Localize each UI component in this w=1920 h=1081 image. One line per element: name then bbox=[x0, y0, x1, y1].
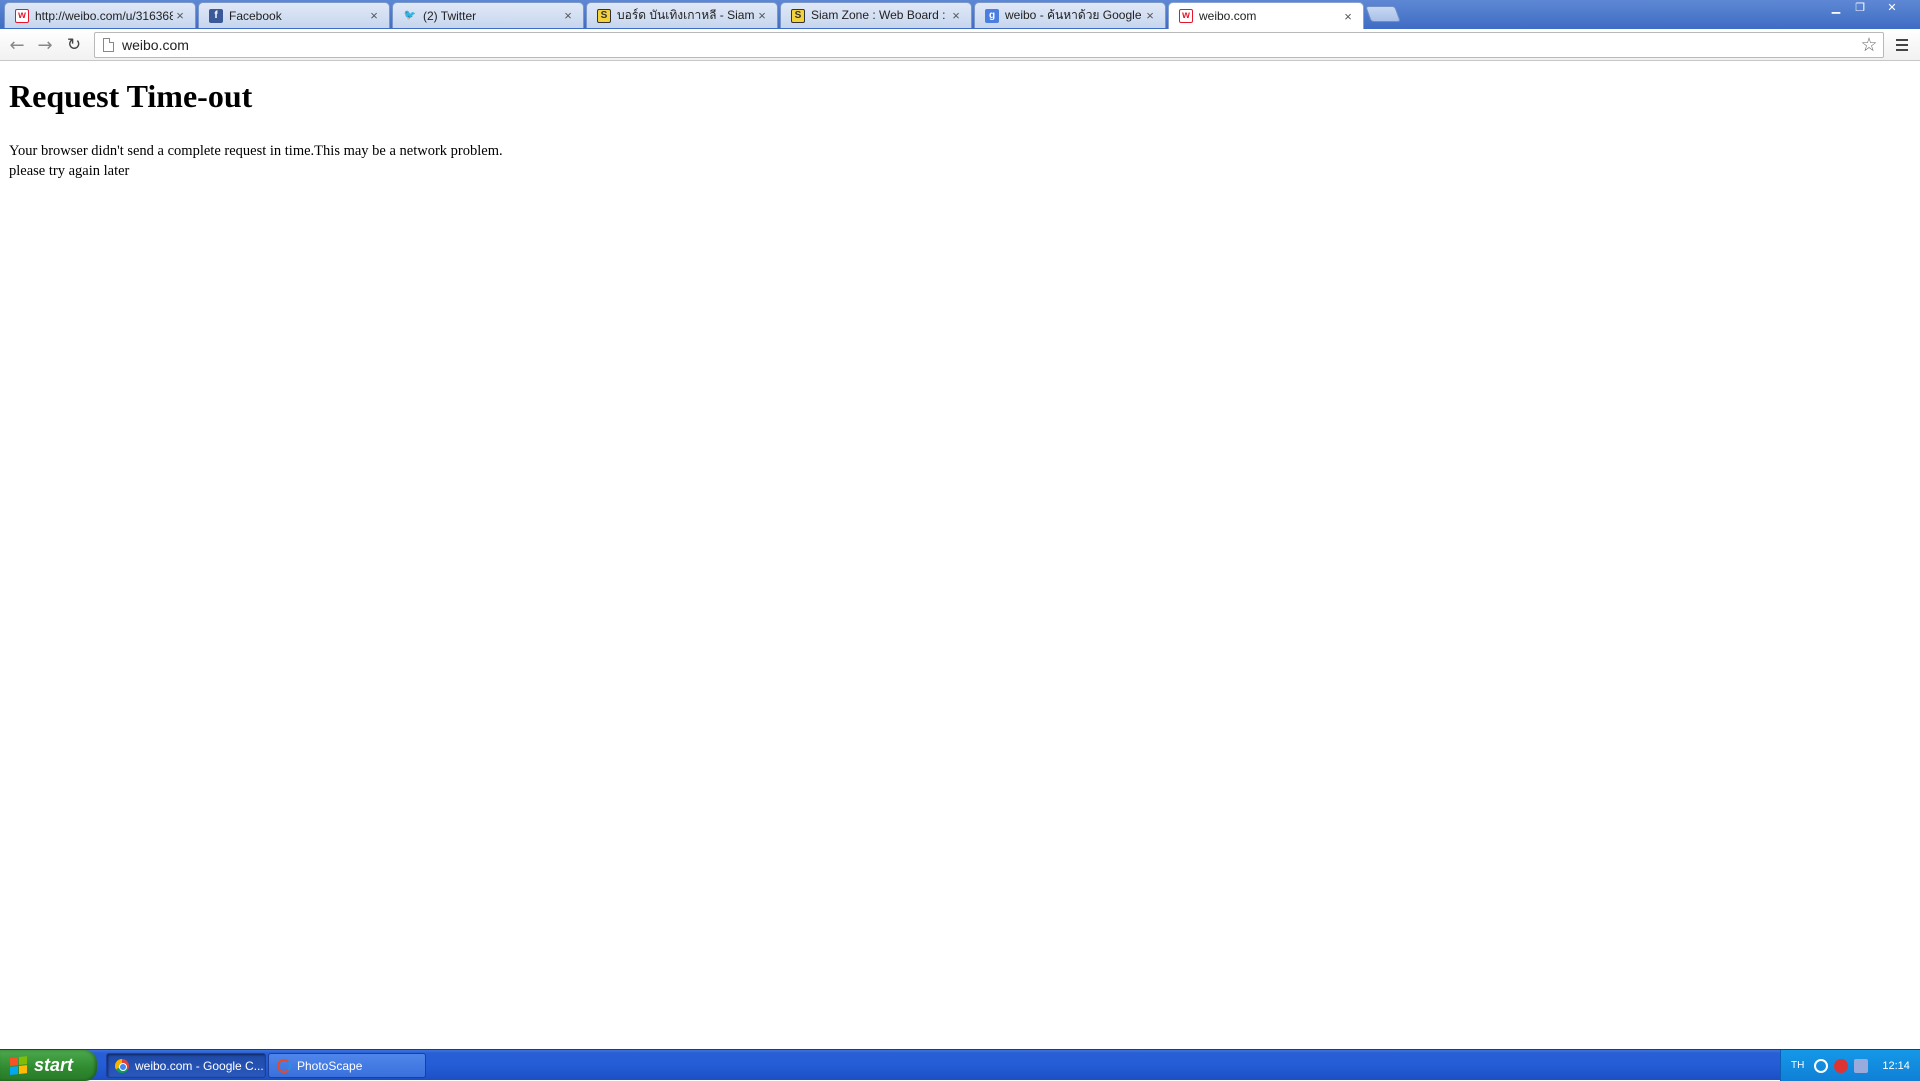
close-icon[interactable]: × bbox=[367, 8, 381, 23]
tab-weibo-active[interactable]: w weibo.com × bbox=[1168, 2, 1364, 29]
tab-label: http://weibo.com/u/3163683 bbox=[35, 8, 173, 23]
taskbar-item-photoscape[interactable]: PhotoScape bbox=[268, 1053, 426, 1078]
close-icon[interactable]: × bbox=[1143, 8, 1157, 23]
arrow-right-icon: → bbox=[37, 34, 53, 56]
start-button[interactable]: start bbox=[0, 1050, 97, 1081]
siamzone-icon: S bbox=[791, 8, 805, 23]
forward-button[interactable]: → bbox=[33, 33, 57, 57]
chrome-menu-button[interactable] bbox=[1890, 33, 1914, 57]
tab-siamzone-korean-board[interactable]: S บอร์ด บันเทิงเกาหลี - Siam Zo × bbox=[586, 2, 778, 28]
google-icon: g bbox=[985, 8, 999, 23]
tab-weibo-user[interactable]: w http://weibo.com/u/3163683 × bbox=[4, 2, 196, 28]
facebook-icon: f bbox=[209, 8, 223, 23]
close-icon[interactable]: × bbox=[1341, 9, 1355, 24]
page-icon bbox=[103, 38, 114, 52]
taskbar-item-label: PhotoScape bbox=[297, 1058, 363, 1073]
close-icon[interactable]: × bbox=[949, 8, 963, 23]
tab-strip: w http://weibo.com/u/3163683 × f Faceboo… bbox=[0, 0, 1920, 29]
network-icon[interactable] bbox=[1854, 1058, 1869, 1073]
tab-facebook[interactable]: f Facebook × bbox=[198, 2, 390, 28]
page-content: Request Time-out Your browser didn't sen… bbox=[0, 62, 1920, 1049]
chrome-icon bbox=[115, 1058, 129, 1073]
system-tray: TH 12:14 bbox=[1780, 1050, 1920, 1081]
speaker-muted-icon[interactable] bbox=[1834, 1058, 1849, 1073]
tab-twitter[interactable]: 🐦 (2) Twitter × bbox=[392, 2, 584, 28]
tab-google-search[interactable]: g weibo - ค้นหาด้วย Google × bbox=[974, 2, 1166, 28]
windows-logo-icon bbox=[10, 1055, 28, 1076]
weibo-icon: w bbox=[15, 8, 29, 23]
menu-icon bbox=[1896, 39, 1908, 41]
reload-icon: ↻ bbox=[66, 35, 82, 55]
window-close-icon[interactable]: ✕ bbox=[1872, 0, 1912, 17]
restore-icon[interactable]: ❐ bbox=[1848, 0, 1872, 17]
arrow-left-icon: ← bbox=[9, 34, 25, 56]
photoscape-icon bbox=[277, 1058, 291, 1073]
close-icon[interactable]: × bbox=[755, 8, 769, 23]
tab-label: บอร์ด บันเทิงเกาหลี - Siam Zo bbox=[617, 8, 755, 22]
page-title: Request Time-out bbox=[9, 78, 253, 114]
taskbar: start weibo.com - Google C... PhotoScape… bbox=[0, 1049, 1920, 1081]
tab-label: weibo.com bbox=[1199, 9, 1257, 23]
weibo-icon: w bbox=[1179, 9, 1193, 23]
minimize-icon[interactable]: ▁ bbox=[1824, 0, 1848, 17]
new-tab-button[interactable] bbox=[1365, 6, 1401, 22]
error-message: Your browser didn't send a complete requ… bbox=[9, 143, 503, 159]
reload-button[interactable]: ↻ bbox=[62, 33, 86, 57]
taskbar-item-chrome[interactable]: weibo.com - Google C... bbox=[106, 1053, 266, 1078]
close-icon[interactable]: × bbox=[561, 8, 575, 23]
address-input[interactable] bbox=[122, 37, 1855, 53]
browser-toolbar: ← → ↻ ☆ bbox=[0, 29, 1920, 61]
tab-label: (2) Twitter bbox=[423, 8, 477, 23]
taskbar-item-label: weibo.com - Google C... bbox=[135, 1058, 264, 1073]
tab-siamzone-webboard[interactable]: S Siam Zone : Web Board : ตั้งก × bbox=[780, 2, 972, 28]
tab-label: weibo - ค้นหาด้วย Google bbox=[1005, 8, 1142, 22]
bookmark-star-icon[interactable]: ☆ bbox=[1855, 34, 1883, 56]
close-icon[interactable]: × bbox=[173, 8, 187, 23]
tab-label: Siam Zone : Web Board : ตั้งก bbox=[811, 8, 949, 22]
siamzone-icon: S bbox=[597, 8, 611, 23]
back-button[interactable]: ← bbox=[5, 33, 29, 57]
omnibox[interactable]: ☆ bbox=[94, 32, 1884, 58]
language-indicator[interactable]: TH bbox=[1791, 1060, 1804, 1071]
tab-label: Facebook bbox=[229, 8, 282, 23]
error-hint: please try again later bbox=[9, 163, 130, 179]
clock[interactable]: 12:14 bbox=[1882, 1060, 1910, 1072]
twitter-icon: 🐦 bbox=[403, 9, 417, 21]
start-label: start bbox=[34, 1055, 74, 1075]
show-hidden-icons-icon[interactable] bbox=[1814, 1058, 1829, 1073]
